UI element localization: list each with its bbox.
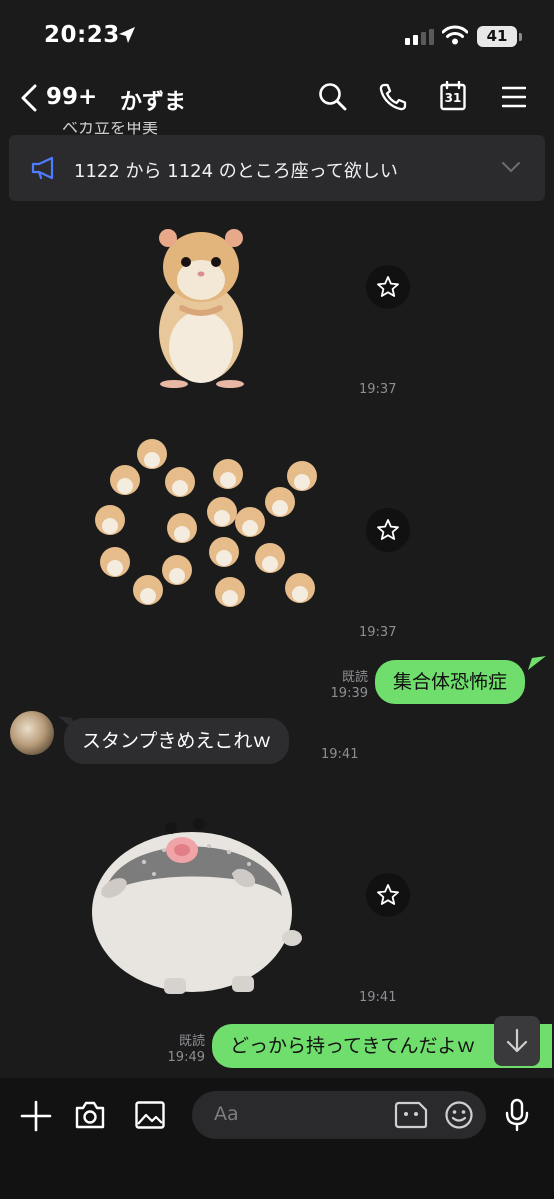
favorite-sticker-button[interactable] [366,873,410,917]
favorite-sticker-button[interactable] [366,508,410,552]
megaphone-icon [31,156,54,180]
calendar-icon[interactable]: 31 [440,81,466,111]
message-time: 19:37 [359,382,397,397]
announcement-banner[interactable]: 1122 から 1124 のところ座って欲しい [9,135,545,201]
read-receipt: 既読 19:39 [318,670,368,702]
star-icon [377,519,399,540]
received-message-bubble[interactable]: スタンプきめえこれｗ [64,718,290,764]
message-time: 19:37 [359,625,397,640]
image-icon[interactable] [134,1100,166,1130]
back-chevron-icon[interactable] [18,84,40,112]
message-time: 19:49 [167,1050,205,1065]
location-arrow-icon [119,27,135,43]
message-input-placeholder: Aa [214,1103,239,1125]
wifi-icon [442,25,468,45]
favorite-sticker-button[interactable] [366,265,410,309]
ok-hamsters-sticker[interactable] [90,432,330,622]
bubble-tail [528,656,546,670]
camera-icon[interactable] [74,1100,106,1130]
search-icon[interactable] [318,82,348,112]
microphone-icon[interactable] [505,1098,529,1132]
battery-indicator: 41 [477,26,517,47]
star-icon [377,276,399,297]
chevron-down-icon[interactable] [501,161,521,173]
message-time: 19:41 [359,990,397,1005]
menu-icon[interactable] [502,86,526,108]
emoji-icon[interactable] [444,1100,474,1130]
battery-tip [519,33,522,41]
message-input[interactable]: Aa [192,1091,486,1139]
puffer-creature-sticker[interactable] [84,800,304,1000]
avatar[interactable] [10,711,54,755]
message-time: 19:39 [330,686,368,701]
arrow-down-icon [506,1028,528,1053]
read-receipt: 既読 19:49 [155,1034,205,1066]
announcement-text: 1122 から 1124 のところ座って欲しい [74,161,398,182]
hamster-sticker[interactable] [146,212,256,392]
star-icon [377,884,399,905]
status-time: 20:23 [44,22,120,48]
scroll-to-bottom-button[interactable] [494,1016,540,1066]
calendar-day: 31 [444,91,462,105]
sticker-icon[interactable] [394,1101,428,1129]
read-label: 既読 [178,1034,205,1049]
unread-count[interactable]: 99+ [46,84,97,110]
sent-message-bubble[interactable]: 集合体恐怖症 [375,660,526,704]
plus-icon[interactable] [20,1100,52,1132]
phone-icon[interactable] [378,82,408,112]
chat-title[interactable]: かずま [120,84,186,116]
cellular-signal-icon [405,29,434,45]
scrolled-message-peek: ベカ立を甲美 [62,122,232,136]
message-time: 19:41 [321,747,359,762]
read-label: 既読 [341,670,368,685]
